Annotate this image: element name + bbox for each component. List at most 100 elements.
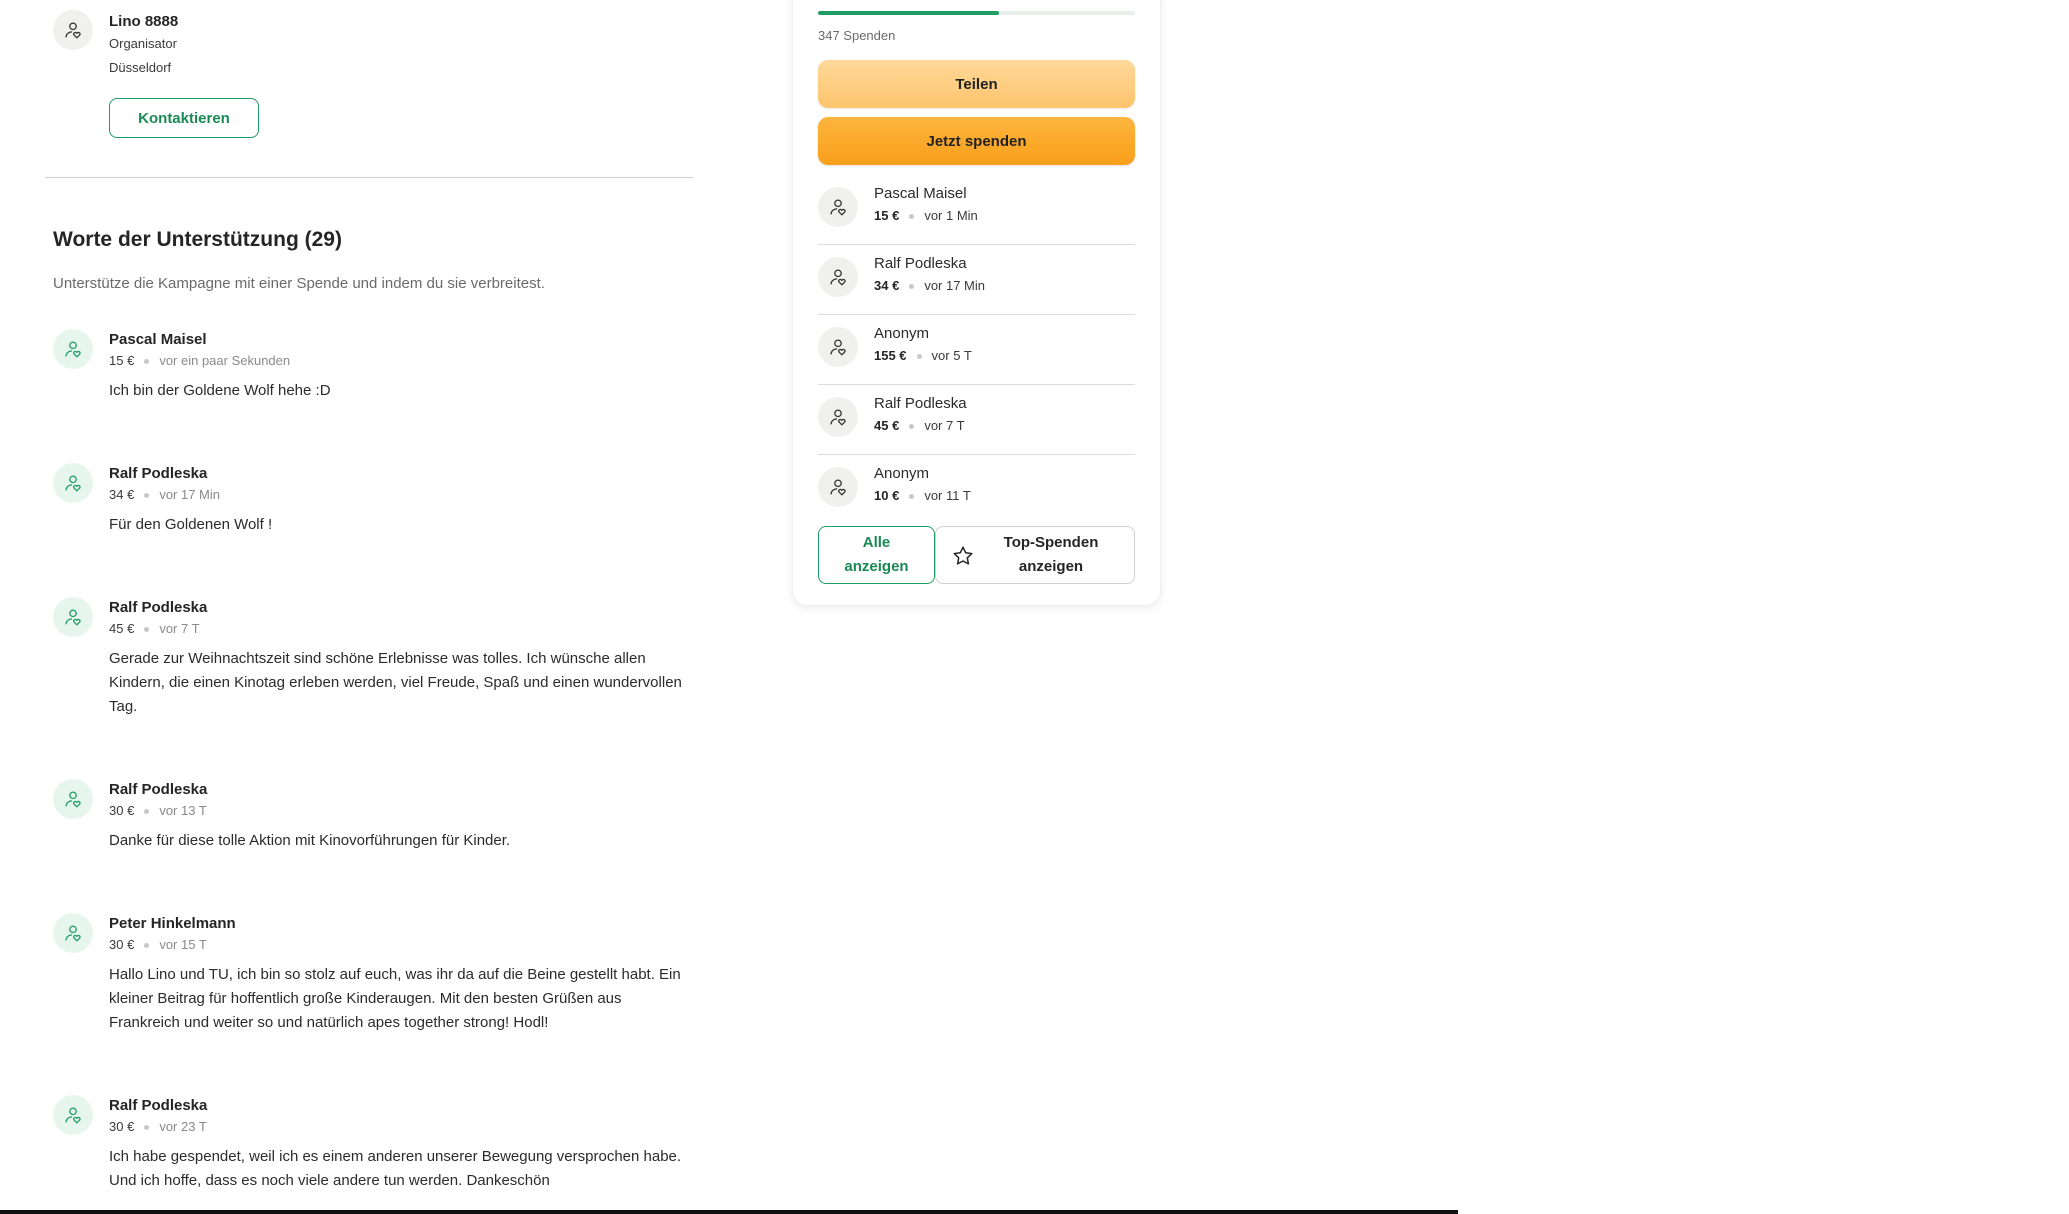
donor-time: vor 1 Min [924,208,978,223]
comment-body: Pascal Maisel 15 € vor ein paar Sekunden… [109,329,694,403]
donor-amount: 45 € [874,418,900,433]
progress-fill [818,11,999,15]
comment-amount: 30 € [109,803,135,818]
comment-body: Ralf Podleska 34 € vor 17 Min Für den Go… [109,463,694,537]
comment-text: Danke für diese tolle Aktion mit Kinovor… [109,832,511,849]
comment-avatar [53,1095,93,1135]
comment-text: Ich bin der Goldene Wolf hehe :D [109,382,331,399]
user-heart-icon [830,409,846,426]
donor-name: Ralf Podleska [874,395,967,412]
user-heart-icon [65,791,81,808]
comment-time: vor 17 Min [159,487,221,502]
donor-body: Anonym 155 € vor 5 T [874,323,972,367]
donor-meta: 34 € vor 17 Min [874,275,985,297]
donor-name: Anonym [874,465,930,482]
section-divider [45,177,693,178]
user-heart-icon [830,479,846,496]
donor-avatar [818,467,858,507]
star-icon [953,546,973,565]
donor-avatar [818,397,858,437]
separator-dot [144,1124,150,1130]
donor-body: Ralf Podleska 45 € vor 7 T [874,393,967,437]
organizer-avatar [53,10,93,50]
organizer-city: Düsseldorf [109,60,172,75]
comment-text: Gerade zur Weihnachtszeit sind schöne Er… [109,650,682,715]
progress-bar [818,11,1135,15]
organizer-info: Lino 8888 Organisator Düsseldorf [109,12,409,80]
top-donations-button[interactable]: Top-Spenden anzeigen [935,526,1135,584]
comment-author: Peter Hinkelmann [109,915,236,932]
donor-name: Pascal Maisel [874,185,967,202]
comment-author: Ralf Podleska [109,781,208,798]
comment-amount: 30 € [109,937,135,952]
comment-body: Ralf Podleska 30 € vor 23 T Ich habe ges… [109,1095,694,1193]
donor-time: vor 17 Min [924,278,986,293]
donation-card: 347 Spenden Teilen Jetzt spenden Pascal … [793,0,1160,605]
donor-amount: 10 € [874,488,900,503]
user-heart-icon [65,925,81,942]
top-donations-label: Top-Spenden anzeigen [1003,534,1099,575]
comment-author: Ralf Podleska [109,599,208,616]
donor-name: Ralf Podleska [874,255,967,272]
page: Lino 8888 Organisator Düsseldorf Kontakt… [0,0,2069,1214]
donor-item: Ralf Podleska 34 € vor 17 Min [818,245,1135,315]
donor-amount: 155 € [874,348,907,363]
comment-time: vor 23 T [159,1119,207,1134]
user-heart-icon [65,341,81,358]
separator-dot [144,942,150,948]
show-all-button[interactable]: Alle anzeigen [818,526,935,584]
user-heart-icon [65,475,81,492]
comment-avatar [53,597,93,637]
comment-meta: 30 € vor 15 T [109,934,694,956]
donor-time: vor 5 T [931,348,972,363]
organizer-role: Organisator [109,36,177,51]
comment-author: Ralf Podleska [109,465,208,482]
user-heart-icon [65,22,81,39]
comment-author: Ralf Podleska [109,1097,208,1114]
donate-button[interactable]: Jetzt spenden [818,117,1135,165]
bottom-border [0,1210,1458,1214]
share-button[interactable]: Teilen [818,60,1135,108]
separator-dot [144,626,150,632]
comment-text: Für den Goldenen Wolf ! [109,516,273,533]
donor-meta: 10 € vor 11 T [874,485,971,507]
comment-time: vor 15 T [159,937,207,952]
separator-dot [909,423,915,429]
donation-count: 347 Spenden [818,28,896,43]
comment-author: Pascal Maisel [109,331,207,348]
donor-amount: 15 € [874,208,900,223]
donor-meta: 15 € vor 1 Min [874,205,978,227]
donor-name: Anonym [874,325,930,342]
organizer-name: Lino 8888 [109,13,179,30]
comment-time: vor ein paar Sekunden [159,353,291,368]
donor-item: Anonym 10 € vor 11 T [818,455,1135,525]
user-heart-icon [830,339,846,356]
donor-avatar [818,327,858,367]
user-heart-icon [830,269,846,286]
comment-amount: 34 € [109,487,135,502]
separator-dot [144,808,150,814]
contact-button[interactable]: Kontaktieren [109,98,259,138]
donor-item: Pascal Maisel 15 € vor 1 Min [818,175,1135,245]
comment-meta: 30 € vor 23 T [109,1116,694,1138]
comment-meta: 15 € vor ein paar Sekunden [109,350,694,372]
comment-amount: 45 € [109,621,135,636]
comment-time: vor 7 T [159,621,200,636]
comment-meta: 30 € vor 13 T [109,800,694,822]
donor-avatar [818,187,858,227]
user-heart-icon [65,609,81,626]
donor-item: Anonym 155 € vor 5 T [818,315,1135,385]
separator-dot [144,358,150,364]
separator-dot [909,493,915,499]
separator-dot [909,213,915,219]
comment-amount: 30 € [109,1119,135,1134]
donor-body: Anonym 10 € vor 11 T [874,463,971,507]
donor-time: vor 7 T [924,418,965,433]
comment-meta: 45 € vor 7 T [109,618,694,640]
comment-text: Ich habe gespendet, weil ich es einem an… [109,1148,682,1189]
donor-body: Pascal Maisel 15 € vor 1 Min [874,183,978,227]
donor-amount: 34 € [874,278,900,293]
comment-amount: 15 € [109,353,135,368]
separator-dot [909,283,915,289]
comment-body: Ralf Podleska 30 € vor 13 T Danke für di… [109,779,694,853]
